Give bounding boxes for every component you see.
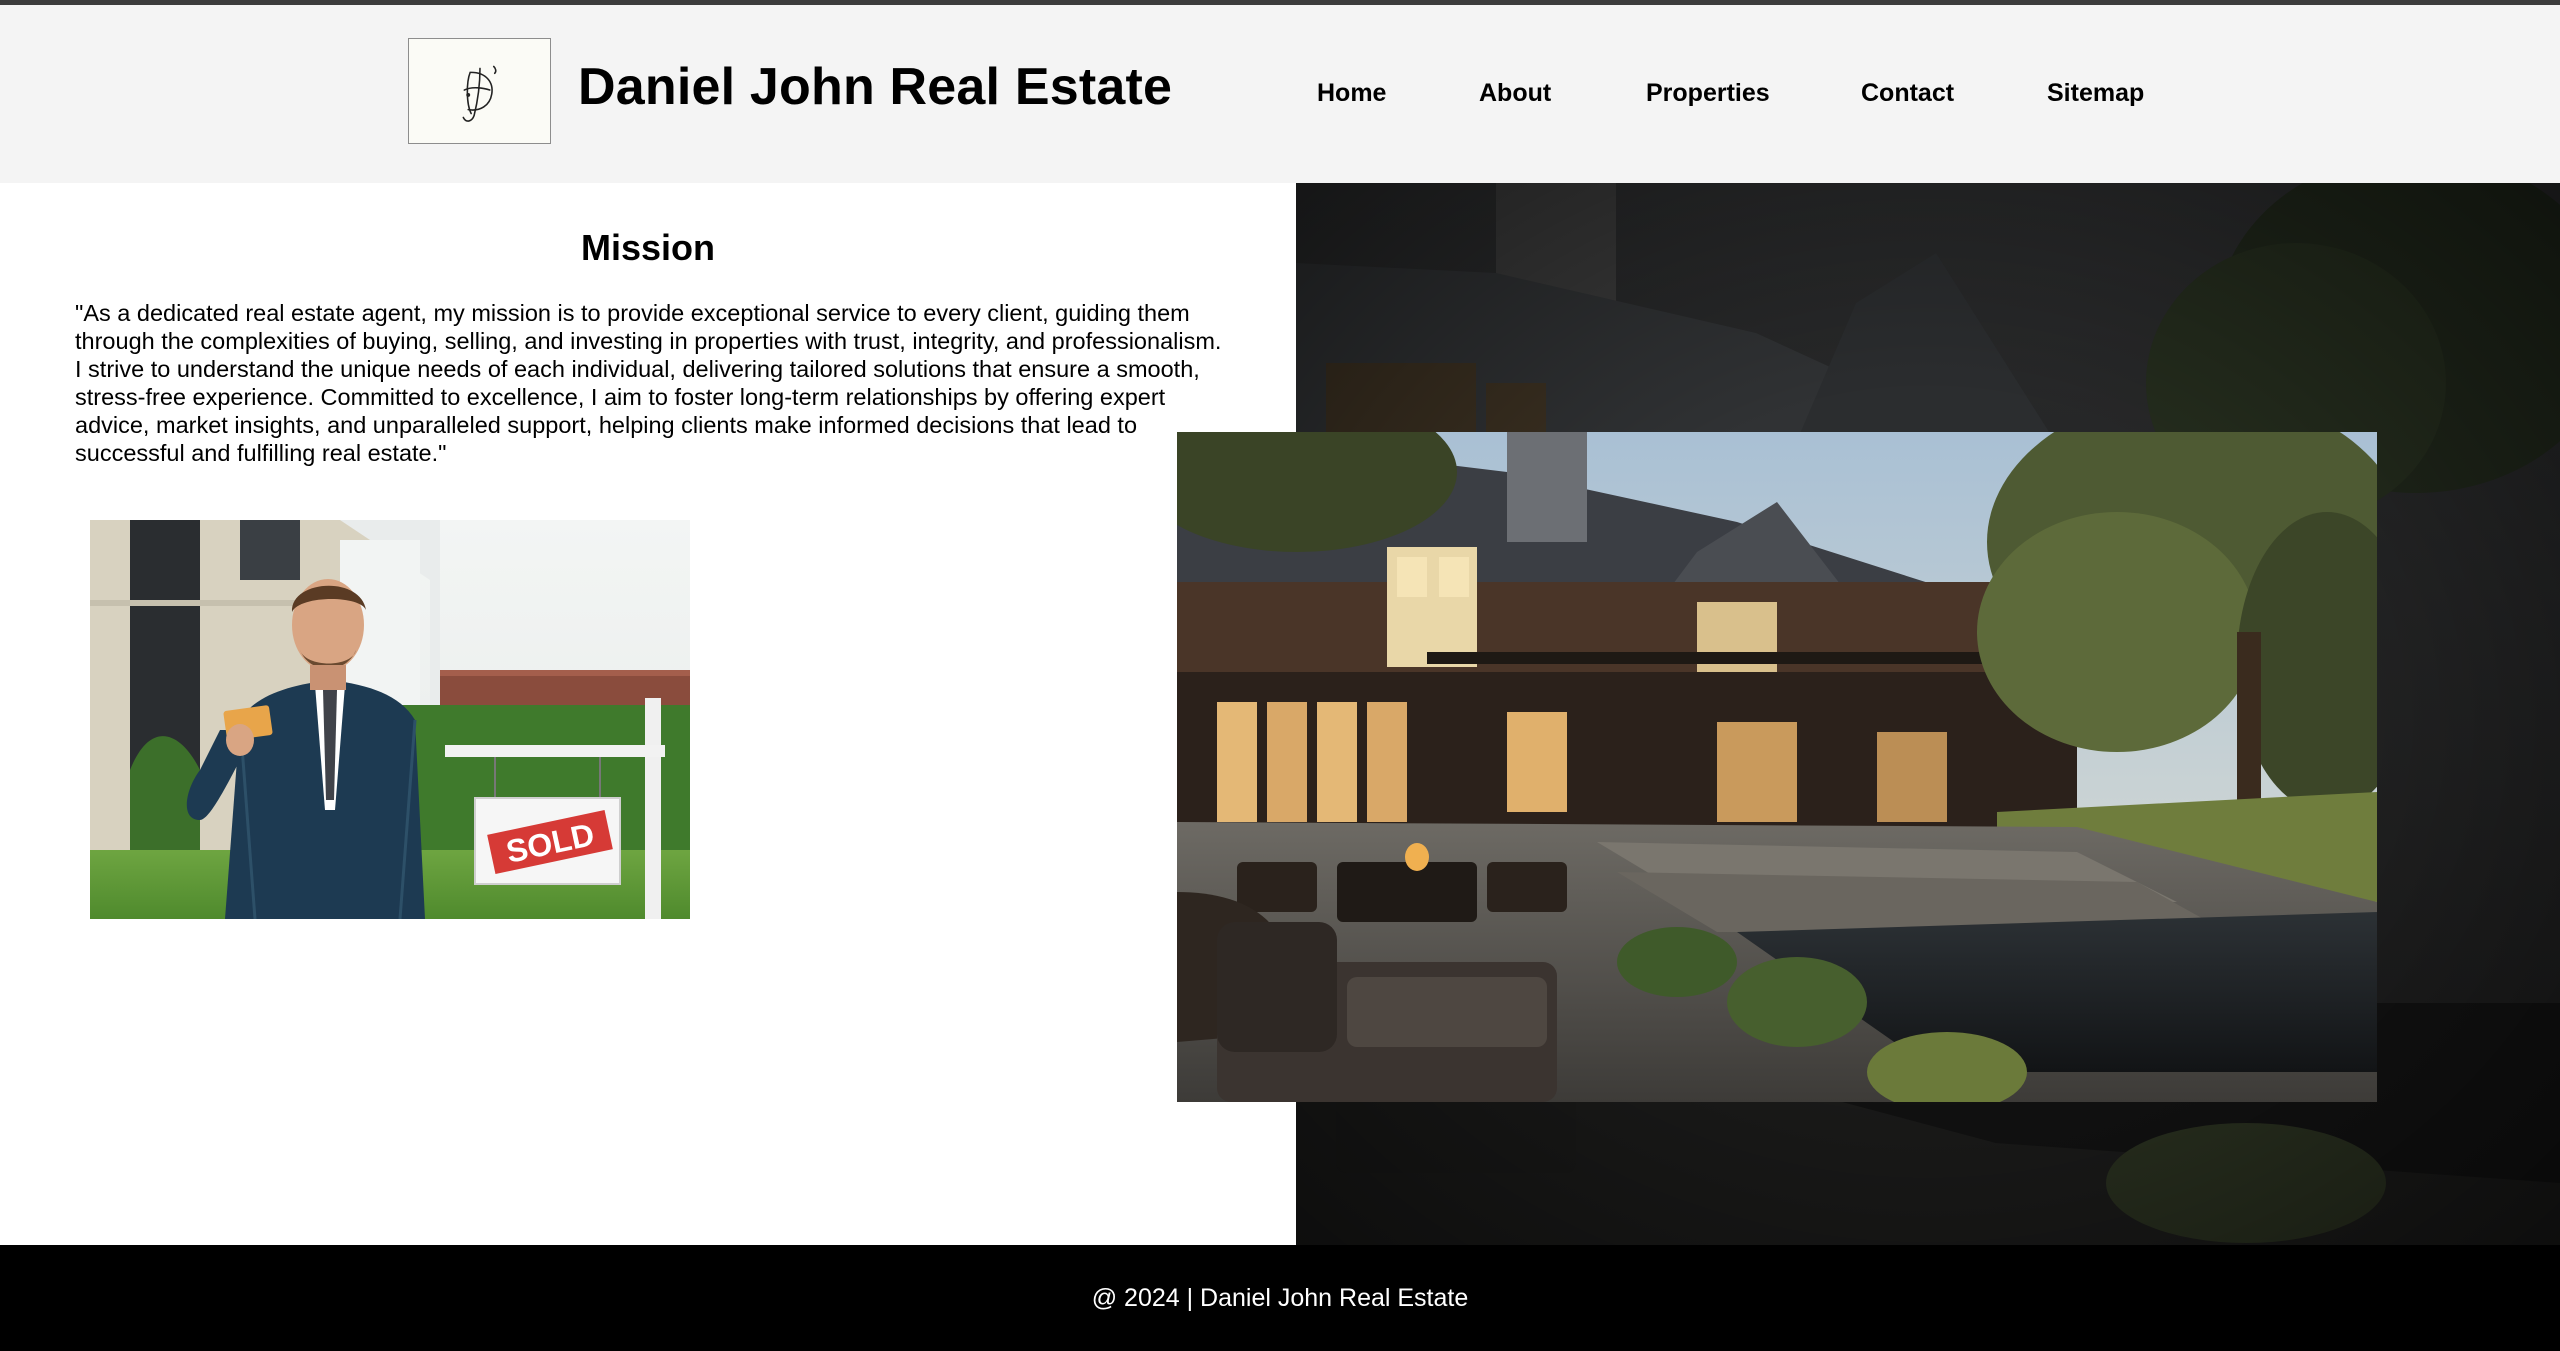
mission-paragraph: "As a dedicated real estate agent, my mi… <box>75 300 1222 466</box>
nav-contact[interactable]: Contact <box>1861 79 1954 108</box>
footer-copyright: @ 2024 | Daniel John Real Estate <box>1091 1284 1469 1312</box>
site-footer: @ 2024 | Daniel John Real Estate <box>0 1245 2560 1351</box>
nav-properties[interactable]: Properties <box>1646 79 1770 108</box>
main-nav: Home About Properties Contact Sitemap <box>0 79 2560 119</box>
nav-sitemap[interactable]: Sitemap <box>2047 79 2144 108</box>
nav-home[interactable]: Home <box>1317 79 1386 108</box>
nav-about[interactable]: About <box>1479 79 1551 108</box>
site-header: Daniel John Real Estate Home About Prope… <box>0 5 2560 183</box>
agent-photo: SOLD <box>90 520 690 919</box>
featured-house-photo <box>1177 432 2377 1102</box>
mission-heading: Mission <box>580 227 715 268</box>
mission-section: Mission "As a dedicated real estate agen… <box>0 183 1296 1245</box>
